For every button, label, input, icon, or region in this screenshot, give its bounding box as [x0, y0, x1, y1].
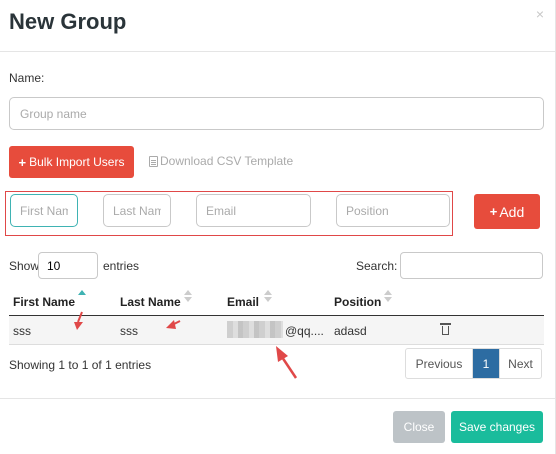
annotation-arrow-email: [276, 346, 298, 379]
annotation-arrow-first-name: [74, 311, 83, 330]
new-group-modal: New Group × Name: + Bulk Import Users Do…: [0, 0, 556, 454]
annotation-arrow-last-name: [166, 320, 181, 329]
annotation-arrows: [74, 311, 298, 379]
